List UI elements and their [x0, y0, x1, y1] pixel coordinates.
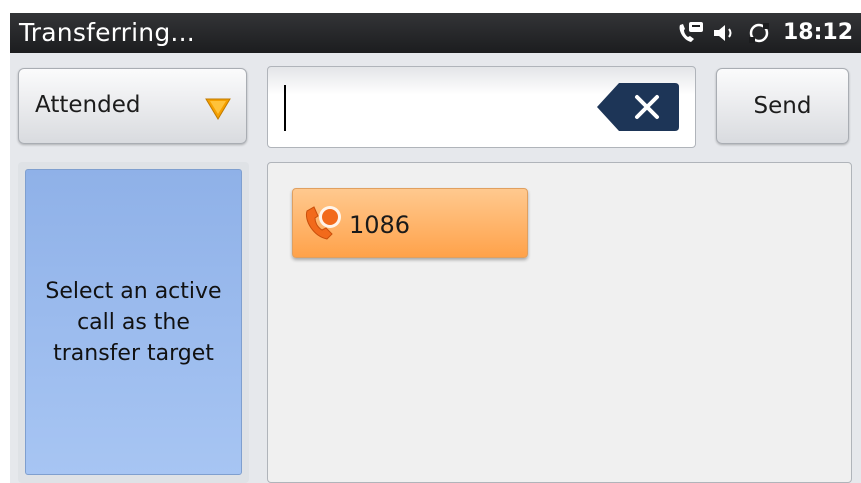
status-title: Transferring... — [19, 18, 195, 47]
transfer-mode-dropdown[interactable]: Attended — [18, 68, 247, 144]
transfer-hint-box: Select an active call as the transfer ta… — [25, 169, 242, 475]
active-call-icon — [303, 203, 345, 243]
status-clock: 18:12 — [782, 20, 853, 45]
call-active-icon — [677, 20, 705, 46]
active-call-list: 1086 — [267, 162, 852, 483]
dropdown-arrow-icon — [204, 97, 232, 121]
send-button[interactable]: Send — [716, 68, 849, 144]
active-call-item[interactable]: 1086 — [292, 188, 528, 258]
transfer-mode-label: Attended — [35, 92, 141, 118]
status-bar: Transferring... 18:12 — [10, 13, 861, 53]
transfer-number-input[interactable] — [267, 66, 696, 148]
volume-icon — [711, 20, 739, 46]
transfer-hint-panel: Select an active call as the transfer ta… — [18, 162, 249, 483]
transfer-hint-text: Select an active call as the transfer ta… — [45, 278, 222, 366]
transfer-screen: Transferring... 18:12 Attended Send Sele… — [10, 13, 861, 483]
text-cursor — [284, 85, 286, 131]
send-button-label: Send — [753, 93, 812, 119]
status-icons: 18:12 — [671, 13, 853, 53]
sync-icon — [745, 20, 773, 46]
backspace-icon[interactable] — [595, 81, 681, 133]
call-number: 1086 — [349, 211, 411, 239]
